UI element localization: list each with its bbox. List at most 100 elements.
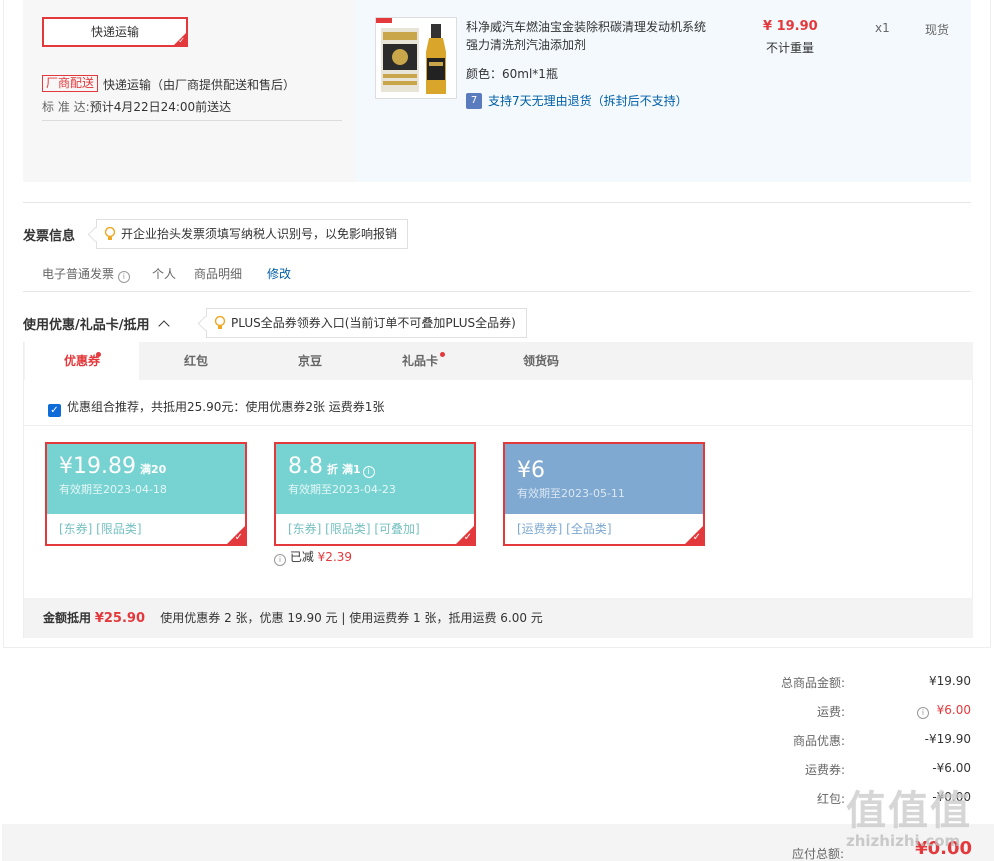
divider [42, 120, 342, 121]
new-dot [96, 352, 101, 357]
coupon-head: 8.8 折满1 i 有效期至2023-04-23 [276, 444, 474, 514]
coupon-valid: 有效期至2023-04-23 [288, 483, 396, 496]
plus-coupon-tip[interactable]: PLUS全品券领券入口(当前订单不可叠加PLUS全品券) [206, 308, 527, 338]
summary-label: 金额抵用 [43, 611, 92, 625]
tab-giftcard[interactable]: 礼品卡 [363, 342, 477, 380]
coupon-tags: [东券] [限品类] [可叠加] [288, 522, 420, 536]
invoice-type: 电子普通发票 i [42, 265, 130, 283]
reduced-value: ¥2.39 [317, 550, 353, 564]
coupon-condition: 满20 [139, 463, 167, 476]
combo-text: 优惠组合推荐，共抵用25.90元：使用优惠券2张 运费券1张 [67, 400, 385, 414]
return-policy-link[interactable]: 支持7天无理由退货（拆封后不支持） [488, 92, 688, 109]
coupon-amount: ¥6 [517, 458, 545, 483]
amount-due-label: 应付总额: [791, 847, 844, 861]
freight-label: 运费: [816, 705, 845, 719]
divider [24, 425, 972, 426]
eta-label: 标 准 达: [42, 100, 90, 114]
combo-recommend[interactable]: ✓ 优惠组合推荐，共抵用25.90元：使用优惠券2张 运费券1张 [48, 398, 384, 417]
product-price: ¥ 19.90 [763, 19, 818, 34]
product-image[interactable] [375, 17, 457, 99]
tab-coupons[interactable]: 优惠券 [25, 342, 139, 380]
product-stock: 现货 [925, 23, 950, 37]
invoice-content: 商品明细 [194, 267, 243, 281]
invoice-tip-text: 开企业抬头发票须填写纳税人识别号，以免影响报销 [121, 227, 398, 241]
tab-redeem-code[interactable]: 领货码 [484, 342, 598, 380]
freight-coupon-label: 运费券: [804, 763, 845, 777]
info-icon[interactable]: i [274, 554, 286, 566]
tab-label: 领货码 [522, 354, 559, 368]
info-icon[interactable]: i [917, 707, 929, 719]
freight-value: i ¥6.00 [871, 703, 971, 719]
invoice-holder: 个人 [152, 267, 177, 281]
seven-day-return-icon: 7 [466, 93, 482, 109]
coupon-amount: ¥19.89 满20 [59, 454, 245, 479]
product-quantity: x1 [875, 21, 890, 35]
eta-text: 预计4月22日24:00前送达 [89, 100, 232, 114]
coupon-tags: [运费券] [全品类] [517, 522, 612, 536]
plus-coupon-tip-text: PLUS全品券领券入口(当前订单不可叠加PLUS全品券) [231, 316, 516, 330]
vendor-delivery-tag: 厂商配送 [42, 75, 99, 92]
product-color: 颜色：60ml*1瓶 [466, 65, 558, 82]
delivery-eta: 标 准 达:预计4月22日24:00前送达 [42, 98, 231, 115]
summary-amount: ¥25.90 [94, 611, 146, 626]
coupon-unit: 折 [327, 463, 338, 476]
color-label: 颜色： [466, 67, 503, 81]
shipping-method-button[interactable]: 快递运输 ✓ [42, 17, 188, 47]
vendor-delivery-text: 快递运输（由厂商提供配送和售后） [103, 78, 296, 92]
discount-title-text: 使用优惠/礼品卡/抵用 [23, 318, 150, 333]
info-icon[interactable]: i [117, 271, 130, 283]
product-discount-value: -¥19.90 [924, 732, 971, 746]
product-weight: 不计重量 [766, 41, 815, 55]
lightbulb-icon [104, 227, 116, 240]
coupon-head: ¥19.89 满20 有效期至2023-04-18 [47, 444, 245, 514]
coupon-tags: [东券] [限品类] [59, 522, 142, 536]
divider [23, 202, 971, 203]
new-dot [440, 352, 445, 357]
invoice-title: 发票信息 [23, 229, 76, 244]
coupon-valid: 有效期至2023-04-18 [59, 483, 167, 496]
tab-redpack[interactable]: 红包 [139, 342, 253, 380]
coupon-value: 8.8 [288, 454, 323, 479]
shipping-method-label: 快递运输 [90, 25, 139, 39]
info-icon[interactable]: i [362, 466, 375, 478]
coupon-card[interactable]: ¥19.89 满20 有效期至2023-04-18 [东券] [限品类] ✓ [45, 442, 247, 546]
product-name-link[interactable]: 科净威汽车燃油宝金装除积碳清理发动机系统强力清洗剂汽油添加剂 [466, 18, 716, 54]
reduced-amount: i 已减 ¥2.39 [274, 548, 352, 566]
coupon-value: ¥19.89 [59, 454, 136, 479]
check-icon: ✓ [463, 532, 472, 543]
summary-text: 使用优惠券 2 张，优惠 19.90 元 | 使用运费券 1 张，抵用运费 6.… [160, 611, 543, 625]
redpack-label: 红包: [816, 792, 845, 806]
freight-coupon-value: -¥6.00 [932, 761, 971, 775]
invoice-tip: 开企业抬头发票须填写纳税人识别号，以免影响报销 [96, 219, 409, 249]
lightbulb-icon [214, 316, 226, 329]
check-icon: ✓ [234, 532, 243, 543]
coupon-head: ¥6 有效期至2023-05-11 [505, 444, 703, 514]
freight-coupon-card[interactable]: ¥6 有效期至2023-05-11 [运费券] [全品类] ✓ [503, 442, 705, 546]
tab-label: 红包 [183, 354, 208, 368]
product-discount-label: 商品优惠: [792, 734, 845, 748]
check-icon: ✓ [178, 36, 185, 45]
goods-total-value: ¥19.90 [929, 674, 971, 688]
coupon-card[interactable]: 8.8 折满1 i 有效期至2023-04-23 [东券] [限品类] [可叠加] … [274, 442, 476, 546]
watermark-site: zhizhizhi.com [846, 832, 961, 850]
goods-total-label: 总商品金额: [780, 676, 845, 690]
invoice-edit-link[interactable]: 修改 [267, 265, 291, 282]
divider [23, 291, 971, 292]
tab-label: 京豆 [297, 354, 322, 368]
tab-jingdou[interactable]: 京豆 [253, 342, 367, 380]
color-value: 60ml*1瓶 [502, 67, 558, 81]
tab-label: 礼品卡 [401, 354, 438, 368]
invoice-type-label: 电子普通发票 [42, 267, 115, 281]
chevron-up-icon [158, 320, 170, 332]
discount-summary: 金额抵用 ¥25.90 使用优惠券 2 张，优惠 19.90 元 | 使用运费券… [24, 598, 973, 638]
coupon-amount: 8.8 折满1 i [288, 454, 474, 479]
coupon-condition: 满1 [342, 463, 361, 476]
discount-title[interactable]: 使用优惠/礼品卡/抵用 [23, 314, 170, 333]
product-bottle-icon [376, 18, 456, 98]
discount-tabs: 优惠券 红包 京豆 礼品卡 领货码 [24, 342, 973, 380]
tab-label: 优惠券 [63, 354, 100, 368]
combo-checkbox[interactable]: ✓ [48, 404, 61, 417]
coupon-valid: 有效期至2023-05-11 [517, 487, 625, 500]
check-icon: ✓ [692, 532, 701, 543]
reduced-label: 已减 [289, 550, 314, 564]
